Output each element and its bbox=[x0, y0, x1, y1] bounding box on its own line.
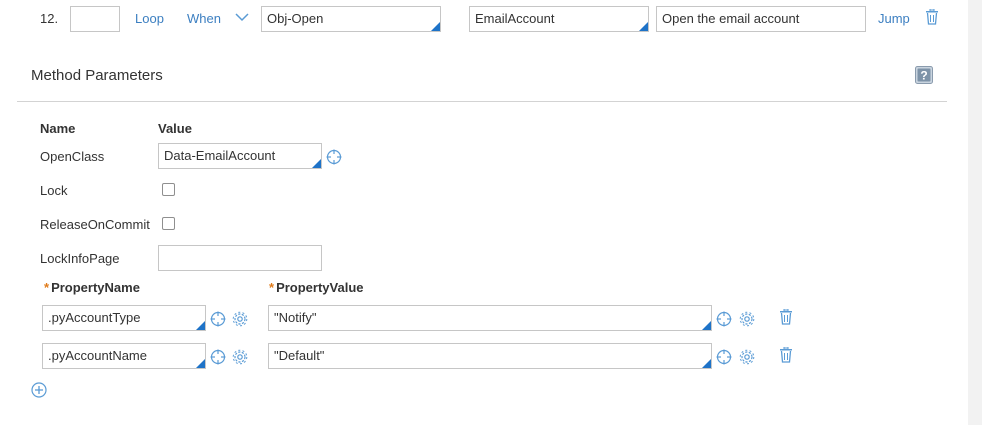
crosshair-icon[interactable] bbox=[326, 149, 342, 165]
property-value-field[interactable]: "Notify" bbox=[268, 305, 712, 331]
required-marker: * bbox=[269, 280, 275, 295]
property-value-value: "Default" bbox=[274, 348, 325, 363]
property-name-value: .pyAccountName bbox=[48, 348, 147, 363]
crosshair-icon[interactable] bbox=[716, 311, 732, 327]
loop-link[interactable]: Loop bbox=[135, 11, 164, 26]
help-icon[interactable]: ? bbox=[915, 66, 933, 84]
lock-label: Lock bbox=[40, 183, 68, 198]
gear-icon[interactable] bbox=[739, 311, 755, 327]
property-name-header: * PropertyName bbox=[44, 280, 140, 295]
svg-text:?: ? bbox=[920, 69, 927, 83]
jump-link[interactable]: Jump bbox=[878, 11, 910, 26]
lockinfopage-input[interactable] bbox=[158, 245, 322, 271]
property-name-header-label: PropertyName bbox=[51, 280, 140, 295]
method-field[interactable]: Obj-Open bbox=[261, 6, 441, 32]
trash-icon[interactable] bbox=[779, 347, 793, 363]
gear-icon[interactable] bbox=[739, 349, 755, 365]
openclass-label: OpenClass bbox=[40, 149, 105, 164]
release-on-commit-label: ReleaseOnCommit bbox=[40, 217, 150, 232]
step-page-value: EmailAccount bbox=[475, 11, 555, 26]
section-divider bbox=[17, 101, 947, 102]
add-row-plus-icon[interactable] bbox=[31, 382, 47, 398]
property-value-header-label: PropertyValue bbox=[276, 280, 364, 295]
property-value-header: * PropertyValue bbox=[269, 280, 364, 295]
section-title: Method Parameters bbox=[31, 67, 163, 84]
openclass-value: Data-EmailAccount bbox=[164, 148, 276, 163]
required-marker: * bbox=[44, 280, 50, 295]
crosshair-icon[interactable] bbox=[716, 349, 732, 365]
method-value: Obj-Open bbox=[267, 11, 324, 26]
openclass-field[interactable]: Data-EmailAccount bbox=[158, 143, 322, 169]
release-on-commit-checkbox[interactable] bbox=[162, 217, 175, 230]
trash-icon[interactable] bbox=[779, 309, 793, 325]
autocomplete-corner-icon bbox=[702, 359, 711, 368]
autocomplete-corner-icon bbox=[702, 321, 711, 330]
autocomplete-corner-icon bbox=[196, 321, 205, 330]
lockinfopage-label: LockInfoPage bbox=[40, 251, 120, 266]
name-column-header: Name bbox=[40, 121, 76, 136]
property-name-value: .pyAccountType bbox=[48, 310, 141, 325]
gear-icon[interactable] bbox=[232, 349, 248, 365]
autocomplete-corner-icon bbox=[196, 359, 205, 368]
trash-icon[interactable] bbox=[925, 9, 939, 25]
scrollbar[interactable] bbox=[968, 0, 982, 425]
chevron-down-icon[interactable] bbox=[235, 13, 249, 22]
property-value-value: "Notify" bbox=[274, 310, 317, 325]
lock-checkbox[interactable] bbox=[162, 183, 175, 196]
crosshair-icon[interactable] bbox=[210, 349, 226, 365]
description-field[interactable]: Open the email account bbox=[656, 6, 866, 32]
autocomplete-corner-icon bbox=[431, 22, 440, 31]
property-name-field[interactable]: .pyAccountType bbox=[42, 305, 206, 331]
crosshair-icon[interactable] bbox=[210, 311, 226, 327]
value-column-header: Value bbox=[158, 121, 192, 136]
property-name-field[interactable]: .pyAccountName bbox=[42, 343, 206, 369]
autocomplete-corner-icon bbox=[639, 22, 648, 31]
step-number: 12. bbox=[40, 11, 59, 26]
step-label-input[interactable] bbox=[70, 6, 120, 32]
step-page-field[interactable]: EmailAccount bbox=[469, 6, 649, 32]
property-value-field[interactable]: "Default" bbox=[268, 343, 712, 369]
when-link[interactable]: When bbox=[187, 11, 221, 26]
description-value: Open the email account bbox=[662, 11, 800, 26]
gear-icon[interactable] bbox=[232, 311, 248, 327]
autocomplete-corner-icon bbox=[312, 159, 321, 168]
